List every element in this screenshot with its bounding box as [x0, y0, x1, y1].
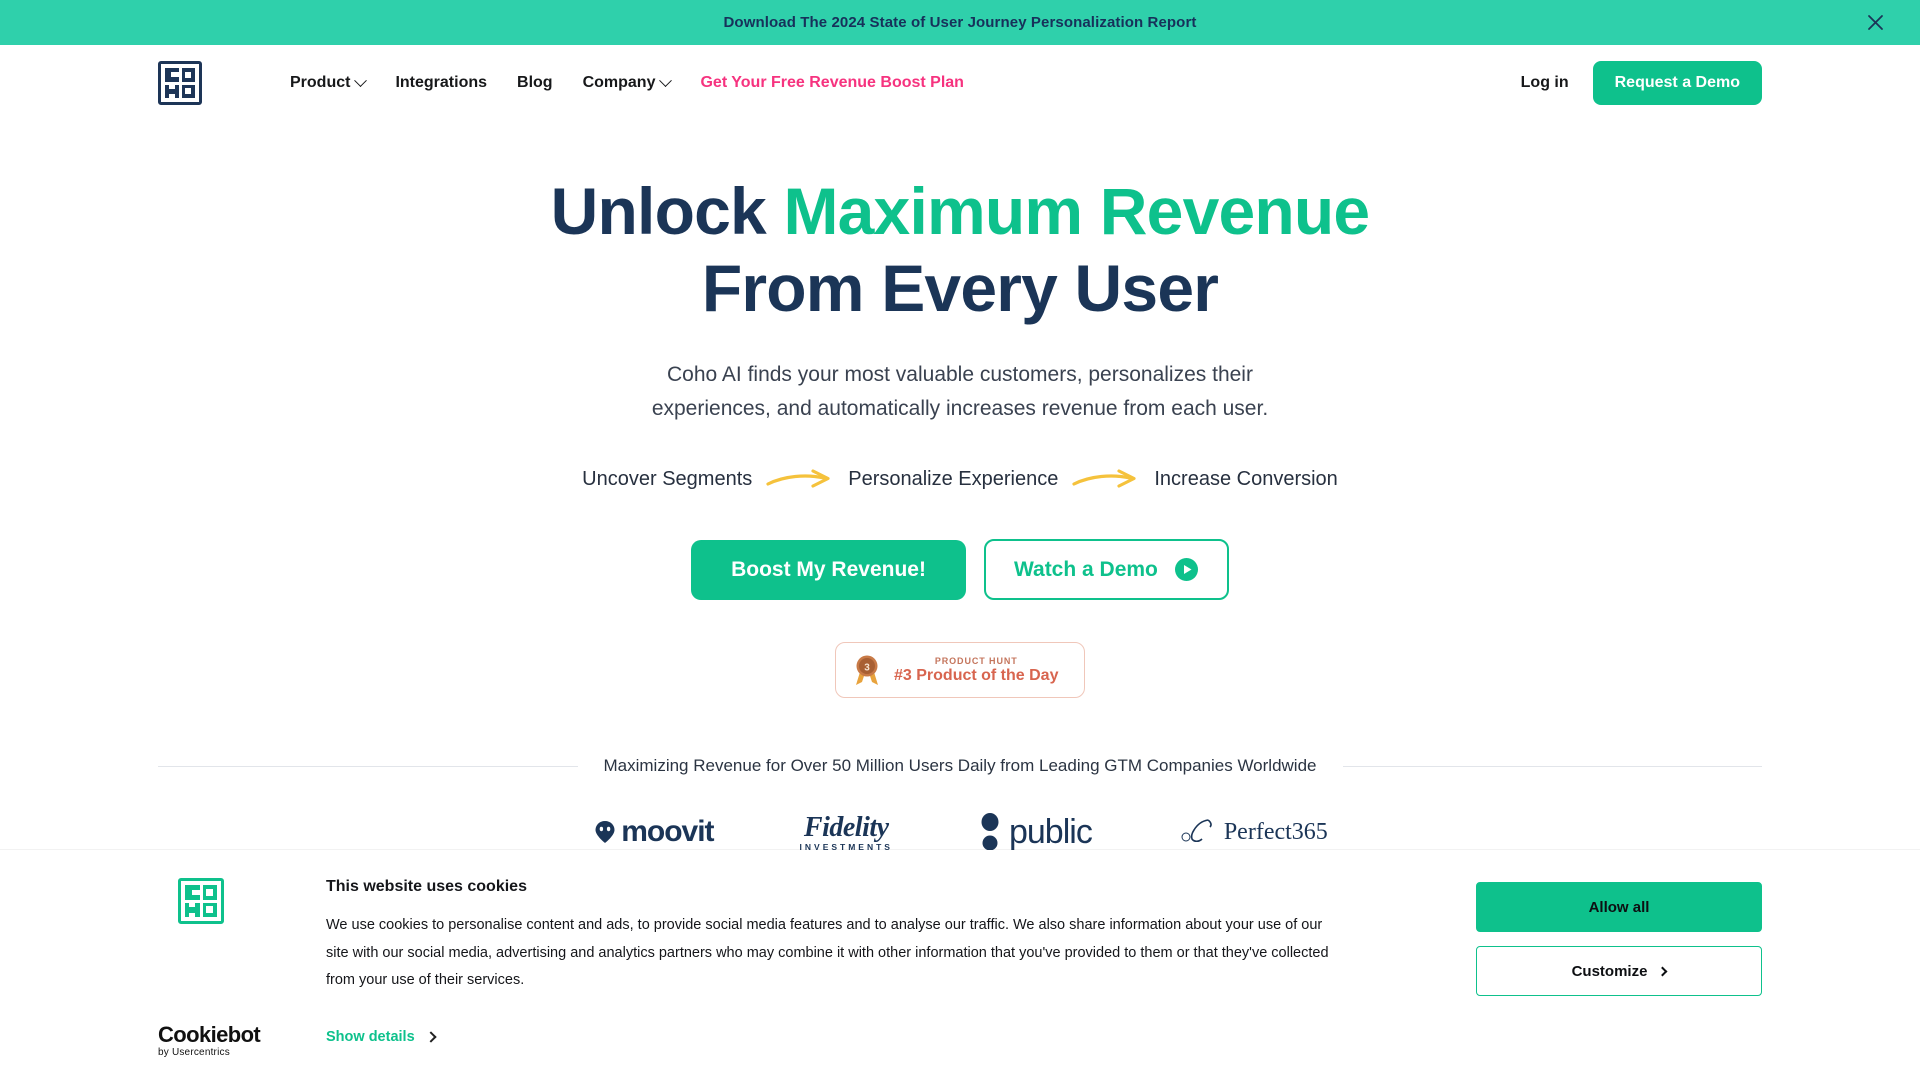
play-icon	[1174, 558, 1198, 582]
chevron-down-icon	[354, 73, 368, 87]
product-hunt-kicker: PRODUCT HUNT	[934, 655, 1018, 666]
medal-icon: 3	[856, 655, 878, 686]
product-hunt-texts: PRODUCT HUNT #3 Product of the Day	[894, 656, 1058, 685]
cookie-banner-branding: Cookiebot by Usercentrics	[158, 878, 286, 1080]
divider-right	[1342, 765, 1762, 767]
announcement-bar: Download The 2024 State of User Journey …	[0, 0, 1920, 45]
cookie-banner-body: This website uses cookies We use cookies…	[286, 878, 1476, 1080]
chevron-right-icon	[1657, 966, 1668, 976]
show-details-label: Show details	[326, 1028, 415, 1045]
hero-subtitle-line1: Coho AI finds your most valuable custome…	[667, 363, 1253, 387]
nav-label-product: Product	[290, 74, 351, 91]
hero-subtitle: Coho AI finds your most valuable custome…	[0, 358, 1920, 426]
step-label-personalize-experience: Personalize Experience	[848, 468, 1059, 491]
cookie-banner-title: This website uses cookies	[326, 878, 527, 895]
logo-quadrant-h	[185, 902, 200, 917]
coho-logo[interactable]	[158, 61, 202, 105]
logo-quadrant-h	[165, 84, 179, 98]
cookie-banner-text: We use cookies to personalise content an…	[326, 917, 1329, 989]
cookiebot-subtitle: by Usercentrics	[158, 1047, 230, 1058]
client-logo-strip: moovit Fidelity INVESTMENTS public Perfe…	[0, 812, 1920, 852]
perfect365-wordmark: Perfect365	[1223, 818, 1328, 845]
public-wordmark: public	[1008, 812, 1093, 851]
logo-quadrant-o1	[202, 885, 217, 900]
nav-item-product[interactable]: Product	[290, 73, 368, 92]
value-steps: Uncover Segments Personalize Experience …	[0, 468, 1920, 491]
arrow-right-icon	[766, 469, 830, 488]
customize-label: Customize	[1571, 962, 1648, 980]
hero-subtitle-line2: experiences, and automatically increases…	[651, 397, 1269, 421]
logo-fidelity: Fidelity INVESTMENTS	[800, 812, 893, 852]
nav-label-revenue-boost-plan: Get Your Free Revenue Boost Plan	[700, 74, 964, 91]
cookie-banner-actions: Allow all Customize	[1476, 878, 1762, 1080]
nav-label-integrations: Integrations	[395, 74, 488, 91]
product-hunt-title: #3 Product of the Day	[894, 666, 1059, 684]
fidelity-wordmark: Fidelity	[803, 812, 889, 844]
product-hunt-badge[interactable]: 3 PRODUCT HUNT #3 Product of the Day	[835, 642, 1085, 699]
moovit-wordmark: moovit	[621, 815, 714, 849]
logo-quadrant-o2	[202, 902, 217, 917]
logo-public: public	[979, 812, 1093, 852]
hero-headline: Unlock Maximum Revenue From Every User	[0, 173, 1920, 326]
close-icon[interactable]	[1862, 10, 1888, 36]
customize-button[interactable]: Customize	[1476, 946, 1762, 996]
step-label-increase-conversion: Increase Conversion	[1154, 468, 1338, 491]
watch-demo-label: Watch a Demo	[1013, 557, 1158, 581]
nav-item-integrations[interactable]: Integrations	[395, 74, 487, 92]
logo-quadrant-o2	[181, 84, 195, 98]
svg-text:3: 3	[864, 663, 870, 674]
public-exclaim-icon	[981, 813, 999, 851]
logo-quadrant-c	[185, 885, 200, 900]
main-navigation: Product Integrations Blog Company Get Yo…	[290, 73, 964, 92]
header-actions: Log in Request a Demo	[1521, 61, 1762, 105]
announcement-text[interactable]: Download The 2024 State of User Journey …	[724, 14, 1197, 31]
divider-left	[158, 765, 578, 767]
login-link[interactable]: Log in	[1521, 74, 1569, 92]
nav-label-company: Company	[582, 74, 656, 91]
request-demo-button[interactable]: Request a Demo	[1592, 61, 1762, 105]
nav-item-blog[interactable]: Blog	[517, 74, 553, 92]
logo-quadrant-c	[165, 68, 179, 82]
watch-a-demo-button[interactable]: Watch a Demo	[983, 539, 1229, 601]
step-label-uncover-segments: Uncover Segments	[582, 468, 753, 491]
hero-headline-highlight: Maximum Revenue	[783, 174, 1370, 248]
moovit-pin-icon	[595, 821, 615, 844]
show-details-link[interactable]: Show details	[326, 1028, 437, 1045]
site-header: Product Integrations Blog Company Get Yo…	[0, 45, 1920, 121]
arrow-right-icon	[1072, 469, 1136, 488]
nav-item-revenue-boost-plan[interactable]: Get Your Free Revenue Boost Plan	[700, 74, 963, 92]
social-proof-heading-row: Maximizing Revenue for Over 50 Million U…	[0, 756, 1920, 776]
hero-headline-line2: From Every User	[701, 250, 1219, 325]
hero-cta-row: Boost My Revenue! Watch a Demo	[0, 539, 1920, 601]
chevron-down-icon	[659, 73, 673, 87]
social-proof-text: Maximizing Revenue for Over 50 Million U…	[603, 756, 1317, 776]
cookiebot-name: Cookiebot	[158, 1022, 261, 1047]
logo-moovit: moovit	[592, 815, 715, 849]
nav-item-company[interactable]: Company	[582, 73, 673, 92]
hero-headline-line1-plain: Unlock	[550, 174, 784, 248]
chevron-right-icon	[424, 1030, 437, 1043]
boost-my-revenue-button[interactable]: Boost My Revenue!	[691, 539, 966, 600]
cookiebot-logo[interactable]: Cookiebot by Usercentrics	[158, 1022, 286, 1058]
logo-perfect365: Perfect365	[1178, 816, 1328, 848]
nav-label-blog: Blog	[517, 74, 553, 91]
logo-quadrant-o1	[181, 68, 195, 82]
coho-logo-cookie	[178, 878, 224, 924]
perfect365-swan-icon	[1181, 819, 1212, 843]
allow-all-button[interactable]: Allow all	[1476, 882, 1762, 932]
cookie-consent-banner: Cookiebot by Usercentrics This website u…	[0, 850, 1920, 1080]
hero-section: Unlock Maximum Revenue From Every User C…	[0, 121, 1920, 699]
